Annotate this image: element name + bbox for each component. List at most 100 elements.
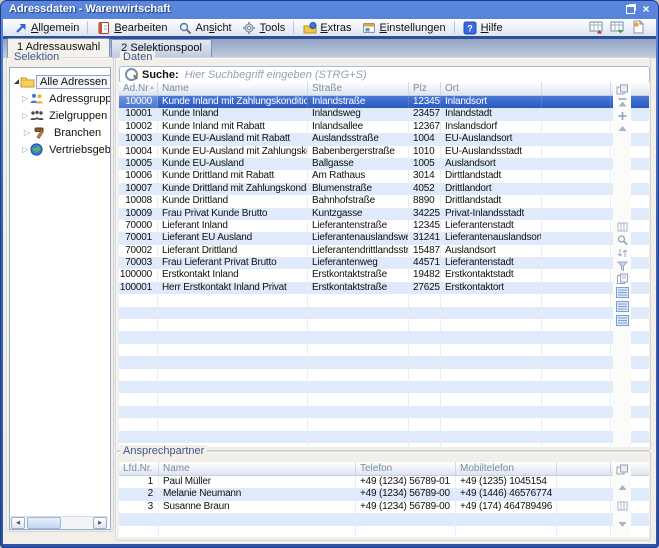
address-row[interactable]: 10008Kunde DrittlandBahnhofstraße8890Dri… xyxy=(119,195,649,207)
cell xyxy=(308,344,409,356)
address-row[interactable]: 10003Kunde EU-Ausland mit RabattAuslands… xyxy=(119,133,649,145)
address-row[interactable]: 10007Kunde Drittland mit Zahlungskonditi… xyxy=(119,183,649,195)
copy-rows-icon[interactable] xyxy=(616,273,629,285)
cell: Kunde EU-Ausland xyxy=(158,158,308,170)
scroll-top-icon[interactable] xyxy=(616,97,629,109)
address-row[interactable]: 10009Frau Privat Kunde BruttoKuntzgasse3… xyxy=(119,208,649,220)
column-header-lfd-nr[interactable]: Lfd.Nr. xyxy=(119,462,159,475)
expanded-arrow-icon[interactable] xyxy=(14,79,19,84)
address-row[interactable]: 70001Lieferant EU AuslandLieferantenausl… xyxy=(119,232,649,244)
cell: Kuntzgasse xyxy=(308,208,409,220)
address-row[interactable]: 10001Kunde InlandInlandsweg23457Inlandst… xyxy=(119,108,649,120)
layout-list-icon[interactable] xyxy=(616,287,629,299)
menu-item-allgemein[interactable]: Allgemein xyxy=(8,20,84,35)
column-header-telefon[interactable]: Telefon xyxy=(356,462,456,475)
cell: 70000 xyxy=(119,220,158,232)
search-icon[interactable] xyxy=(616,234,629,246)
tree-item-branchen[interactable]: Branchen xyxy=(10,124,110,141)
column-header-ad-nr[interactable]: Ad.Nr▲ xyxy=(119,82,158,95)
address-row[interactable]: 10002Kunde Inland mit RabattInlandsallee… xyxy=(119,121,649,133)
table-export-icon[interactable] xyxy=(589,20,605,34)
cell: +49 (174) 464789496 xyxy=(456,501,557,513)
tree-horizontal-scrollbar[interactable]: ◀ ▶ xyxy=(10,516,108,529)
column-chooser-icon[interactable] xyxy=(616,500,629,512)
scroll-down-icon[interactable] xyxy=(616,518,629,530)
address-row[interactable]: 100001Herr Erstkontakt Inland PrivatErst… xyxy=(119,282,649,294)
search-bar: Suche: xyxy=(119,66,650,83)
column-header-plz[interactable]: Plz xyxy=(409,82,441,95)
new-document-icon[interactable] xyxy=(631,20,647,34)
cell xyxy=(409,431,441,443)
column-header-ort[interactable]: Ort xyxy=(441,82,542,95)
cell: 4052 xyxy=(409,183,441,195)
cell: 10001 xyxy=(119,108,158,120)
table-import-icon[interactable] xyxy=(610,20,626,34)
tree-item-alle-adressen[interactable]: Alle Adressen xyxy=(10,73,110,90)
cell: Lieferantenstadt xyxy=(441,220,542,232)
copy-selection-icon[interactable] xyxy=(616,84,629,96)
extras-icon xyxy=(302,21,317,35)
tree-item-vertriebsgebiete[interactable]: Vertriebsgebiete xyxy=(10,141,110,158)
tree-item-adressgruppen[interactable]: Adressgruppen xyxy=(10,90,110,107)
filter-icon[interactable] xyxy=(616,260,629,272)
address-row[interactable]: 70002Lieferant DrittlandLieferantendritt… xyxy=(119,245,649,257)
scroll-up-icon[interactable] xyxy=(616,482,629,494)
cell: 123456 xyxy=(409,220,441,232)
menu-item-bearbeiten[interactable]: Bearbeiten xyxy=(91,20,172,35)
column-header-mobiltelefon[interactable]: Mobiltelefon xyxy=(456,462,557,475)
contact-row[interactable]: 1Paul Müller+49 (1234) 56789-01+49 (1235… xyxy=(119,476,649,488)
cell: 2 xyxy=(119,488,159,500)
address-row[interactable]: 100000Erstkontakt InlandErstkontaktstraß… xyxy=(119,269,649,281)
column-header-stra-e[interactable]: Straße xyxy=(308,82,409,95)
scroll-right-icon[interactable]: ▶ xyxy=(93,517,107,529)
sales-territories-icon xyxy=(29,143,44,157)
cell: 70002 xyxy=(119,245,158,257)
column-header-spacer[interactable] xyxy=(542,82,611,95)
menu-item-tools[interactable]: Tools xyxy=(237,20,291,35)
menu-item-ansicht[interactable]: Ansicht xyxy=(173,20,237,35)
ansprechpartner-groupbox: Ansprechpartner Lfd.Nr.NameTelefonMobilt… xyxy=(115,451,651,541)
search-input[interactable] xyxy=(183,67,649,82)
column-header-spacer[interactable] xyxy=(557,462,611,475)
tree-item-zielgruppen[interactable]: Zielgruppen xyxy=(10,107,110,124)
layout-list-icon[interactable] xyxy=(616,301,629,313)
menu-item-extras[interactable]: Extras xyxy=(297,20,356,35)
column-header-name[interactable]: Name xyxy=(158,82,308,95)
address-row[interactable]: 70003Frau Lieferant Privat BruttoLiefera… xyxy=(119,257,649,269)
address-row[interactable]: 70000Lieferant InlandLieferantenstraße12… xyxy=(119,220,649,232)
address-row[interactable]: 10006Kunde Drittland mit RabattAm Rathau… xyxy=(119,170,649,182)
collapsed-arrow-icon[interactable] xyxy=(22,94,28,103)
search-label: Suche: xyxy=(142,69,179,81)
collapsed-arrow-icon[interactable] xyxy=(22,128,32,137)
address-row[interactable]: 10005Kunde EU-AuslandBallgasse1005Auslan… xyxy=(119,158,649,170)
scrollbar-thumb[interactable] xyxy=(27,517,61,529)
address-row[interactable]: 10004Kunde EU-Ausland mit Zahlungskondit… xyxy=(119,146,649,158)
expand-plus-icon[interactable] xyxy=(616,110,629,122)
restore-icon[interactable] xyxy=(623,3,637,16)
menu-item-einstellungen[interactable]: Einstellungen xyxy=(357,20,451,35)
title-bar[interactable]: Adressdaten - Warenwirtschaft xyxy=(0,0,659,19)
close-icon[interactable] xyxy=(639,3,653,16)
empty-row xyxy=(119,319,649,331)
contact-grid: Lfd.Nr.NameTelefonMobiltelefon 1Paul Mül… xyxy=(119,462,649,537)
layout-list-icon[interactable] xyxy=(616,315,629,327)
copy-selection-icon[interactable] xyxy=(616,464,629,476)
address-grid-side-rail xyxy=(613,82,631,447)
daten-group-label: Daten xyxy=(120,51,155,63)
address-row[interactable]: 10000Kunde Inland mit Zahlungskondition … xyxy=(119,96,649,108)
column-chooser-icon[interactable] xyxy=(616,221,629,233)
contact-row[interactable]: 2Melanie Neumann+49 (1234) 56789-00+49 (… xyxy=(119,488,649,500)
menu-item-hilfe[interactable]: ?Hilfe xyxy=(458,20,508,35)
column-header-name[interactable]: Name xyxy=(159,462,356,475)
cell: Kunde EU-Ausland mit Rabatt xyxy=(158,133,308,145)
collapsed-arrow-icon[interactable] xyxy=(22,145,28,154)
collapsed-arrow-icon[interactable] xyxy=(22,111,28,120)
ansprechpartner-group-label: Ansprechpartner xyxy=(120,445,207,457)
scroll-up-icon[interactable] xyxy=(616,123,629,135)
sort-icon[interactable] xyxy=(616,247,629,259)
cell xyxy=(308,331,409,343)
scroll-left-icon[interactable]: ◀ xyxy=(11,517,25,529)
contact-row[interactable]: 3Susanne Braun+49 (1234) 56789-00+49 (17… xyxy=(119,501,649,513)
cell xyxy=(119,344,158,356)
empty-row xyxy=(119,369,649,381)
